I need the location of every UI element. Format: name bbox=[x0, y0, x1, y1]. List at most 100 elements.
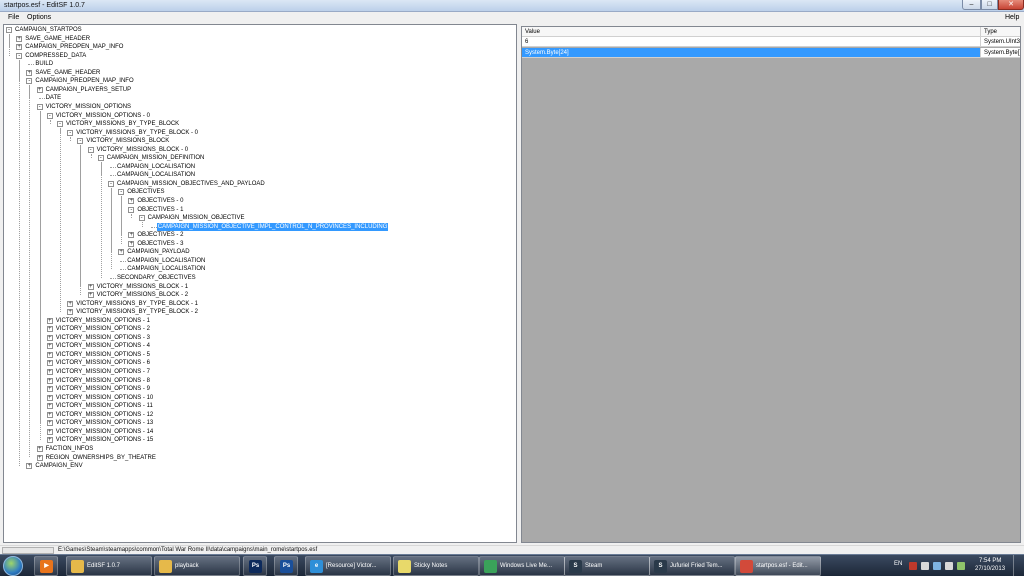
tree-node[interactable]: + VICTORY_MISSION_OPTIONS - 14 bbox=[4, 428, 514, 436]
tree-node[interactable]: + VICTORY_MISSION_OPTIONS - 11 bbox=[4, 402, 514, 410]
tree-node-label[interactable]: VICTORY_MISSION_OPTIONS - 0 bbox=[55, 112, 151, 120]
value-grid[interactable]: Value Type 6 System.UInt32 System.Byte[24]… bbox=[521, 26, 1021, 543]
expand-icon[interactable]: + bbox=[46, 377, 53, 384]
expand-icon[interactable]: + bbox=[16, 35, 23, 42]
tree-node[interactable]: + FACTION_INFOS bbox=[4, 445, 514, 453]
tree-node[interactable]: + REGION_OWNERSHIPS_BY_THEATRE bbox=[4, 454, 514, 462]
expand-icon[interactable]: + bbox=[87, 292, 94, 299]
tree-node-label[interactable]: VICTORY_MISSION_OPTIONS - 2 bbox=[55, 325, 151, 333]
tree-node[interactable]: + CAMPAIGN_ENV bbox=[4, 462, 514, 470]
tree-node-label[interactable]: VICTORY_MISSION_OPTIONS - 15 bbox=[55, 436, 154, 444]
tree-node-label[interactable]: VICTORY_MISSIONS_BLOCK - 2 bbox=[96, 291, 189, 299]
tree-node[interactable]: - CAMPAIGN_MISSION_DEFINITION bbox=[4, 154, 514, 162]
tree-node-label[interactable]: VICTORY_MISSIONS_BY_TYPE_BLOCK - 2 bbox=[75, 308, 199, 316]
tree-node[interactable]: - CAMPAIGN_PREOPEN_MAP_INFO bbox=[4, 77, 514, 85]
tree-node[interactable]: - VICTORY_MISSIONS_BLOCK - 0 bbox=[4, 146, 514, 154]
grid-cell-value[interactable]: 6 bbox=[522, 37, 981, 47]
collapse-icon[interactable]: - bbox=[36, 103, 43, 110]
tree-node[interactable]: + VICTORY_MISSION_OPTIONS - 12 bbox=[4, 411, 514, 419]
collapse-icon[interactable]: - bbox=[87, 146, 94, 153]
expand-icon[interactable]: + bbox=[46, 403, 53, 410]
collapse-icon[interactable]: - bbox=[26, 78, 33, 85]
tree-node-label[interactable]: COMPRESSED_DATA bbox=[24, 52, 87, 60]
clock-time[interactable]: 7:54 PM bbox=[979, 558, 1001, 564]
taskbar-button[interactable]: EditSF 1.0.7 bbox=[66, 556, 152, 576]
tree-node-label[interactable]: VICTORY_MISSION_OPTIONS - 5 bbox=[55, 351, 151, 359]
tree-node-label[interactable]: CAMPAIGN_MISSION_OBJECTIVE bbox=[147, 214, 246, 222]
expand-icon[interactable]: + bbox=[36, 445, 43, 452]
tree-node[interactable]: + VICTORY_MISSION_OPTIONS - 8 bbox=[4, 377, 514, 385]
menu-options[interactable]: Options bbox=[27, 14, 51, 21]
tree-node[interactable]: + VICTORY_MISSION_OPTIONS - 6 bbox=[4, 359, 514, 367]
tree-node-label[interactable]: VICTORY_MISSION_OPTIONS - 3 bbox=[55, 334, 151, 342]
expand-icon[interactable]: + bbox=[46, 351, 53, 358]
expand-icon[interactable]: + bbox=[46, 437, 53, 444]
tree-node-label[interactable]: VICTORY_MISSION_OPTIONS - 6 bbox=[55, 359, 151, 367]
tree-node-label[interactable]: OBJECTIVES - 1 bbox=[136, 206, 184, 214]
expand-icon[interactable]: + bbox=[118, 249, 125, 256]
grid-cell-type[interactable]: System.UInt32 bbox=[981, 37, 1020, 47]
tree-node-label[interactable]: CAMPAIGN_MISSION_OBJECTIVES_AND_PAYLOAD bbox=[116, 180, 266, 188]
taskbar-button[interactable]: Ps bbox=[243, 556, 267, 576]
tree-node[interactable]: CAMPAIGN_LOCALISATION bbox=[4, 163, 514, 171]
tree-node-label[interactable]: VICTORY_MISSION_OPTIONS - 7 bbox=[55, 368, 151, 376]
tree-node-label[interactable]: VICTORY_MISSION_OPTIONS - 12 bbox=[55, 411, 154, 419]
tree-node[interactable]: + CAMPAIGN_PLAYERS_SETUP bbox=[4, 86, 514, 94]
tree-node[interactable]: CAMPAIGN_LOCALISATION bbox=[4, 257, 514, 265]
tree-node[interactable]: + VICTORY_MISSION_OPTIONS - 1 bbox=[4, 317, 514, 325]
tree-node-label[interactable]: SAVE_GAME_HEADER bbox=[24, 35, 91, 43]
tree-node-label[interactable]: CAMPAIGN_MISSION_DEFINITION bbox=[106, 154, 206, 162]
tree-node[interactable]: CAMPAIGN_MISSION_OBJECTIVE_IMPL_CONTROL_… bbox=[4, 222, 514, 231]
taskbar-button[interactable]: Ps bbox=[274, 556, 298, 576]
tree-node[interactable]: + VICTORY_MISSION_OPTIONS - 15 bbox=[4, 436, 514, 444]
tree-node-label[interactable]: VICTORY_MISSIONS_BLOCK - 0 bbox=[96, 146, 189, 154]
tree-node[interactable]: + VICTORY_MISSION_OPTIONS - 10 bbox=[4, 394, 514, 402]
collapse-icon[interactable]: - bbox=[97, 155, 104, 162]
tree-node-label[interactable]: REGION_OWNERSHIPS_BY_THEATRE bbox=[45, 454, 157, 462]
taskbar-button[interactable]: startpos.esf - Edit... bbox=[735, 556, 821, 576]
tree-node[interactable]: + OBJECTIVES - 2 bbox=[4, 231, 514, 239]
tree-node[interactable]: + SAVE_GAME_HEADER bbox=[4, 69, 514, 77]
taskbar-button[interactable]: Windows Live Me... bbox=[479, 556, 565, 576]
column-header-type[interactable]: Type bbox=[981, 27, 1020, 37]
tree-node-label[interactable]: VICTORY_MISSION_OPTIONS - 14 bbox=[55, 428, 154, 436]
tree-node[interactable]: + OBJECTIVES - 0 bbox=[4, 197, 514, 205]
collapse-icon[interactable]: - bbox=[77, 138, 84, 145]
tree-node-label[interactable]: VICTORY_MISSIONS_BLOCK - 1 bbox=[96, 283, 189, 291]
menu-file[interactable]: File bbox=[8, 14, 19, 21]
tree-node-label[interactable]: OBJECTIVES - 3 bbox=[136, 240, 184, 248]
collapse-icon[interactable]: - bbox=[67, 129, 74, 136]
expand-icon[interactable]: + bbox=[46, 317, 53, 324]
expand-icon[interactable]: + bbox=[26, 69, 33, 76]
tree-node[interactable]: CAMPAIGN_LOCALISATION bbox=[4, 265, 514, 273]
grid-cell-value[interactable]: System.Byte[24] bbox=[522, 48, 981, 58]
tree-node[interactable]: + CAMPAIGN_PREOPEN_MAP_INFO bbox=[4, 43, 514, 51]
expand-icon[interactable]: + bbox=[128, 232, 135, 239]
tree-node[interactable]: + VICTORY_MISSIONS_BLOCK - 1 bbox=[4, 283, 514, 291]
expand-icon[interactable]: + bbox=[36, 454, 43, 461]
tree-node-label[interactable]: VICTORY_MISSIONS_BY_TYPE_BLOCK bbox=[65, 120, 180, 128]
clock-date[interactable]: 27/10/2013 bbox=[975, 566, 1005, 572]
tree-node[interactable]: + VICTORY_MISSION_OPTIONS - 2 bbox=[4, 325, 514, 333]
tree-node[interactable]: - COMPRESSED_DATA bbox=[4, 52, 514, 60]
tree-node-label[interactable]: SECONDARY_OBJECTIVES bbox=[116, 274, 197, 282]
tree-node[interactable]: + OBJECTIVES - 3 bbox=[4, 240, 514, 248]
flag-icon[interactable] bbox=[909, 562, 917, 570]
tree-node-label[interactable]: VICTORY_MISSION_OPTIONS - 9 bbox=[55, 385, 151, 393]
expand-icon[interactable]: + bbox=[46, 420, 53, 427]
start-button[interactable] bbox=[3, 556, 23, 576]
expand-icon[interactable]: + bbox=[46, 343, 53, 350]
tree-node-label[interactable]: VICTORY_MISSIONS_BY_TYPE_BLOCK - 0 bbox=[75, 129, 199, 137]
expand-icon[interactable]: + bbox=[87, 283, 94, 290]
tree-node[interactable]: - VICTORY_MISSIONS_BLOCK bbox=[4, 137, 514, 145]
expand-icon[interactable]: + bbox=[46, 334, 53, 341]
network-icon[interactable] bbox=[933, 562, 941, 570]
tree-node-label[interactable]: CAMPAIGN_LOCALISATION bbox=[116, 163, 196, 171]
tree-node[interactable]: - CAMPAIGN_MISSION_OBJECTIVES_AND_PAYLOAD bbox=[4, 180, 514, 188]
tree-node-label[interactable]: BUILD bbox=[34, 60, 54, 68]
tree-node[interactable]: - VICTORY_MISSIONS_BY_TYPE_BLOCK bbox=[4, 120, 514, 128]
collapse-icon[interactable]: - bbox=[138, 215, 145, 222]
taskbar-button[interactable]: ▶ bbox=[34, 556, 58, 576]
expand-icon[interactable]: + bbox=[46, 386, 53, 393]
expand-icon[interactable]: + bbox=[46, 369, 53, 375]
